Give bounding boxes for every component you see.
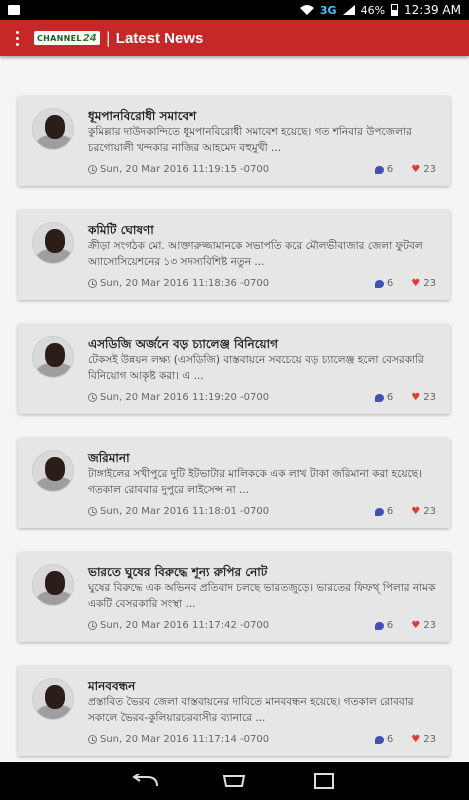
comment-count-value: 6 <box>386 506 394 517</box>
comment-icon <box>374 507 384 516</box>
comment-count[interactable]: 6 <box>374 620 394 631</box>
status-left <box>8 5 300 15</box>
news-date: Sun, 20 Mar 2016 11:18:36 -0700 <box>100 278 270 289</box>
clock: 12:39 AM <box>404 3 461 17</box>
like-count[interactable]: ♥ 23 <box>411 506 436 517</box>
news-date: Sun, 20 Mar 2016 11:17:42 -0700 <box>100 620 270 631</box>
author-avatar <box>32 108 74 150</box>
news-meta: Sun, 20 Mar 2016 11:18:01 -0700 6 ♥ 23 <box>88 506 436 517</box>
news-summary: ক্রীড়া সংগঠক মো. আক্তারুজ্জামানকে সভাপত… <box>88 240 423 268</box>
page-title: Latest News <box>115 29 204 47</box>
heart-icon: ♥ <box>411 506 421 517</box>
news-card[interactable]: কমিটি ঘোষণা ক্রীড়া সংগঠক মো. আক্তারুজ্জা… <box>18 210 450 300</box>
comment-icon <box>374 621 384 630</box>
like-count-value: 23 <box>423 734 436 745</box>
comment-count-value: 6 <box>386 734 394 745</box>
shopping-bag-icon <box>8 5 20 15</box>
author-avatar <box>32 450 74 492</box>
status-bar: 3G 46% 12:39 AM <box>0 0 469 20</box>
like-count-value: 23 <box>423 506 436 517</box>
clock-icon <box>88 507 97 516</box>
like-count[interactable]: ♥ 23 <box>411 734 436 745</box>
news-date: Sun, 20 Mar 2016 11:19:15 -0700 <box>100 164 270 175</box>
status-right: 3G 46% 12:39 AM <box>299 3 461 17</box>
author-avatar <box>32 336 74 378</box>
like-count-value: 23 <box>423 278 436 289</box>
news-card[interactable]: ভারতে ঘুষের বিরুদ্ধে শূন্য রুপির নোট ঘুষে… <box>18 552 450 642</box>
news-summary: টেকসই উন্নয়ন লক্ষ্য (এসডিজি) বাস্তবায়ন… <box>88 354 424 382</box>
like-count-value: 23 <box>423 620 436 631</box>
home-icon[interactable] <box>219 770 249 792</box>
news-summary: টাঙ্গাইলের সখীপুরে দুটি ইটভাটার মালিককে … <box>88 468 422 496</box>
like-count[interactable]: ♥ 23 <box>411 164 436 175</box>
clock-icon <box>88 279 97 288</box>
comment-count[interactable]: 6 <box>374 506 394 517</box>
comment-icon <box>374 735 384 744</box>
like-count-value: 23 <box>423 164 436 175</box>
clock-icon <box>88 621 97 630</box>
news-date: Sun, 20 Mar 2016 11:19:20 -0700 <box>100 392 270 403</box>
app-bar: CHANNEL 24 | Latest News <box>0 20 469 56</box>
comment-count[interactable]: 6 <box>374 278 394 289</box>
news-meta: Sun, 20 Mar 2016 11:19:15 -0700 6 ♥ 23 <box>88 164 436 175</box>
heart-icon: ♥ <box>411 164 421 175</box>
news-card[interactable]: জরিমানা টাঙ্গাইলের সখীপুরে দুটি ইটভাটার ম… <box>18 438 450 528</box>
comment-count-value: 6 <box>386 620 394 631</box>
author-avatar <box>32 222 74 264</box>
comment-icon <box>374 393 384 402</box>
battery-percent: 46% <box>360 3 386 17</box>
comment-count[interactable]: 6 <box>374 392 394 403</box>
comment-count-value: 6 <box>386 164 394 175</box>
news-meta: Sun, 20 Mar 2016 11:19:20 -0700 6 ♥ 23 <box>88 392 436 403</box>
comment-count[interactable]: 6 <box>374 164 394 175</box>
news-card[interactable]: ধূমপানবিরোধী সমাবেশ কুমিল্লার দাউদকান্দিত… <box>18 96 450 186</box>
news-summary: ঘুষের বিরুদ্ধে এক অভিনব প্রতিবাদ চলছে ভা… <box>88 582 436 610</box>
signal-icon <box>342 5 355 15</box>
comment-count[interactable]: 6 <box>374 734 394 745</box>
like-count[interactable]: ♥ 23 <box>411 278 436 289</box>
like-count[interactable]: ♥ 23 <box>411 392 436 403</box>
comment-icon <box>374 279 384 288</box>
back-arrow-icon[interactable] <box>130 770 160 792</box>
recents-icon[interactable] <box>309 770 339 792</box>
heart-icon: ♥ <box>411 734 421 745</box>
news-meta: Sun, 20 Mar 2016 11:17:42 -0700 6 ♥ 23 <box>88 620 436 631</box>
news-card[interactable]: মানববন্ধন প্রস্তাবিত ভৈরব জেলা বাস্তবায়ন… <box>18 666 450 756</box>
clock-icon <box>88 735 97 744</box>
title-separator: | <box>105 29 111 47</box>
clock-icon <box>88 393 97 402</box>
like-count-value: 23 <box>423 392 436 403</box>
comment-count-value: 6 <box>386 392 394 403</box>
news-date: Sun, 20 Mar 2016 11:18:01 -0700 <box>100 506 270 517</box>
battery-icon <box>391 4 399 16</box>
network-type: 3G <box>319 3 337 17</box>
news-date: Sun, 20 Mar 2016 11:17:14 -0700 <box>100 734 270 745</box>
clock-icon <box>88 165 97 174</box>
news-meta: Sun, 20 Mar 2016 11:17:14 -0700 6 ♥ 23 <box>88 734 436 745</box>
news-card[interactable]: এসডিজি অর্জনে বড় চ্যালেঞ্জ বিনিয়োগ টেকস… <box>18 324 450 414</box>
comment-icon <box>374 165 384 174</box>
author-avatar <box>32 678 74 720</box>
news-meta: Sun, 20 Mar 2016 11:18:36 -0700 6 ♥ 23 <box>88 278 436 289</box>
heart-icon: ♥ <box>411 278 421 289</box>
news-summary: কুমিল্লার দাউদকান্দিতে ধূমপানবিরোধী সমাব… <box>88 126 412 154</box>
author-avatar <box>32 564 74 606</box>
comment-count-value: 6 <box>386 278 394 289</box>
news-summary: প্রস্তাবিত ভৈরব জেলা বাস্তবায়নের দাবিতে… <box>88 696 414 724</box>
news-feed: ধূমপানবিরোধী সমাবেশ কুমিল্লার দাউদকান্দিত… <box>18 96 450 780</box>
like-count[interactable]: ♥ 23 <box>411 620 436 631</box>
heart-icon: ♥ <box>411 620 421 631</box>
overflow-menu-icon[interactable] <box>10 30 24 46</box>
heart-icon: ♥ <box>411 392 421 403</box>
navigation-bar <box>0 762 469 800</box>
channel-logo: CHANNEL 24 <box>34 31 100 45</box>
wifi-icon <box>299 5 314 15</box>
